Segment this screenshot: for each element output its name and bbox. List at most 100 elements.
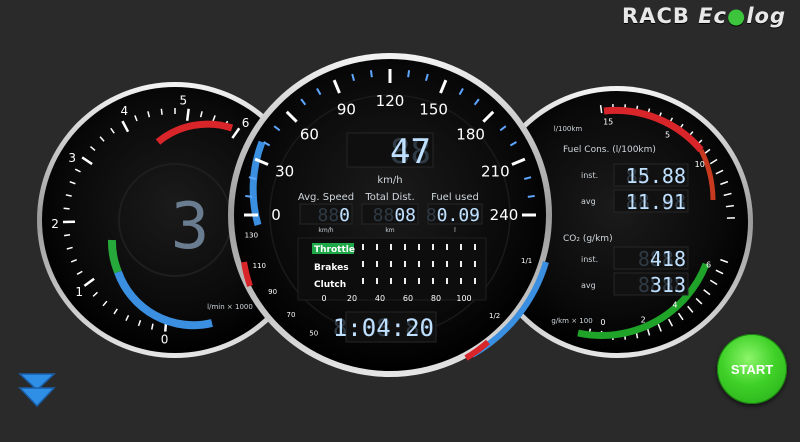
- speed-tick-label: 210: [481, 162, 510, 180]
- rpm-tick-label: 4: [120, 104, 128, 118]
- total-dist-unit: km: [385, 227, 394, 234]
- fuel-avg-label: avg: [581, 197, 596, 206]
- rpm-tick-label: 3: [68, 151, 76, 165]
- co2-tick-label: 6: [706, 261, 711, 270]
- pedal-dot: [432, 261, 434, 267]
- rpm-tick-label: 5: [180, 93, 188, 107]
- rpm-tick-label: 1: [75, 285, 83, 299]
- pedal-dot: [418, 278, 420, 284]
- pedal-dot: [418, 244, 420, 250]
- speed-tick-label: 90: [337, 101, 356, 119]
- co2-bottom-unit: g/km × 100: [551, 317, 592, 325]
- pedal-dot: [446, 261, 448, 267]
- fuel-cons-label: Fuel Cons. (l/100km): [563, 145, 656, 155]
- pedal-dot: [432, 244, 434, 250]
- pedal-dot: [460, 244, 462, 250]
- speed-tick-label: 0: [271, 206, 281, 224]
- fuel-used-value: 0.09: [437, 205, 480, 226]
- pedal-dot: [390, 244, 392, 250]
- fuel-level-half-label: 1/2: [489, 312, 500, 320]
- speed-unit: km/h: [377, 175, 402, 186]
- speed-tick-label: 240: [490, 206, 519, 224]
- pedal-dot: [474, 261, 476, 267]
- temp-tick-label: 110: [253, 262, 266, 270]
- pedal-dot: [390, 261, 392, 267]
- double-chevron-down-icon: [18, 373, 56, 408]
- rpm-tick-label: 0: [161, 333, 169, 347]
- pedal-scale-label: 0: [321, 294, 326, 303]
- pedal-scale-label: 60: [403, 294, 413, 303]
- speed-tick-mark: [245, 194, 253, 198]
- fuel-used-label: Fuel used: [431, 192, 479, 203]
- total-dist-value: 08: [394, 205, 416, 226]
- co2-avg-label: avg: [581, 281, 596, 290]
- rpm-unit-label: l/min × 1000: [207, 303, 253, 311]
- scroll-down-button[interactable]: [16, 368, 58, 410]
- speed-tick-mark: [369, 70, 373, 78]
- co2-tick-label: 4: [672, 301, 677, 310]
- speed-gauge: 0306090 120 150180210240 130110907050 1/1 …: [228, 53, 552, 377]
- fuel-level-full-label: 1/1: [521, 257, 532, 265]
- temp-tick-label: 70: [287, 311, 296, 319]
- start-button-label: START: [730, 361, 774, 377]
- brakes-label: Brakes: [314, 263, 349, 273]
- fuel-tick-label: 5: [665, 131, 670, 140]
- speed-tick-label: 150: [419, 101, 448, 119]
- avg-speed-label: Avg. Speed: [298, 192, 354, 203]
- speed-tick-label: 60: [300, 125, 319, 143]
- pedal-dot: [404, 278, 406, 284]
- fuel-tick-label: 10: [695, 160, 705, 169]
- pedal-dot: [432, 278, 434, 284]
- pedal-dot: [376, 244, 378, 250]
- co2-inst-value: 418: [650, 247, 686, 271]
- pedal-dot: [460, 261, 462, 267]
- temp-tick-label: 130: [245, 231, 258, 239]
- gear-display: 3: [171, 190, 210, 264]
- pedal-dot: [446, 244, 448, 250]
- pedal-dot: [362, 261, 364, 267]
- dashboard: 0123456 l/min × 1000 3 155106420 l/100km…: [37, 53, 753, 377]
- pedal-dot: [446, 278, 448, 284]
- pedal-scale-label: 20: [347, 294, 357, 303]
- co2-label: CO₂ (g/km): [563, 234, 613, 244]
- rpm-tick-label: 2: [51, 217, 59, 231]
- temp-tick-label: 50: [309, 329, 318, 337]
- pedal-dot: [404, 261, 406, 267]
- pedal-scale-label: 100: [456, 294, 471, 303]
- pedal-dot: [390, 278, 392, 284]
- pedal-scale-label: 40: [375, 294, 385, 303]
- rpm-tick-label: 6: [242, 116, 250, 130]
- pedal-dot: [376, 261, 378, 267]
- fuel-avg-value: 11.91: [626, 190, 686, 214]
- speed-tick-label: 120: [376, 92, 405, 110]
- co2-tick-label: 2: [641, 316, 646, 325]
- pedal-dot: [474, 244, 476, 250]
- fuel-top-unit: l/100km: [554, 125, 583, 133]
- pedal-dot: [362, 244, 364, 250]
- rpm-tick-mark: [63, 207, 70, 210]
- fuel-inst-value: 15.88: [626, 164, 686, 188]
- speed-tick-label: 30: [275, 162, 294, 180]
- pedal-dot: [404, 244, 406, 250]
- rpm-tick-mark: [185, 108, 190, 121]
- pedal-dot: [460, 278, 462, 284]
- rpm-tick-mark: [160, 108, 163, 115]
- total-dist-label: Total Dist.: [364, 192, 414, 203]
- pedal-dot: [474, 278, 476, 284]
- start-button[interactable]: START: [717, 334, 787, 404]
- speed-tick-mark: [527, 194, 535, 198]
- pedal-dot: [376, 278, 378, 284]
- fuel-tick-label: 15: [603, 117, 613, 126]
- clock-value: 1:04:20: [333, 314, 434, 342]
- avg-speed-value: 0: [339, 205, 350, 226]
- co2-avg-value: 313: [650, 273, 686, 297]
- speed-tick-mark: [407, 70, 411, 78]
- co2-inst-label: inst.: [581, 255, 598, 264]
- temp-tick-label: 90: [268, 288, 277, 296]
- co2-tick-label: 0: [600, 318, 605, 327]
- pedal-dot: [362, 278, 364, 284]
- clutch-label: Clutch: [314, 280, 346, 290]
- speed-value: 47: [390, 132, 431, 172]
- speed-tick-label: 180: [456, 125, 485, 143]
- avg-speed-unit: km/h: [318, 227, 333, 234]
